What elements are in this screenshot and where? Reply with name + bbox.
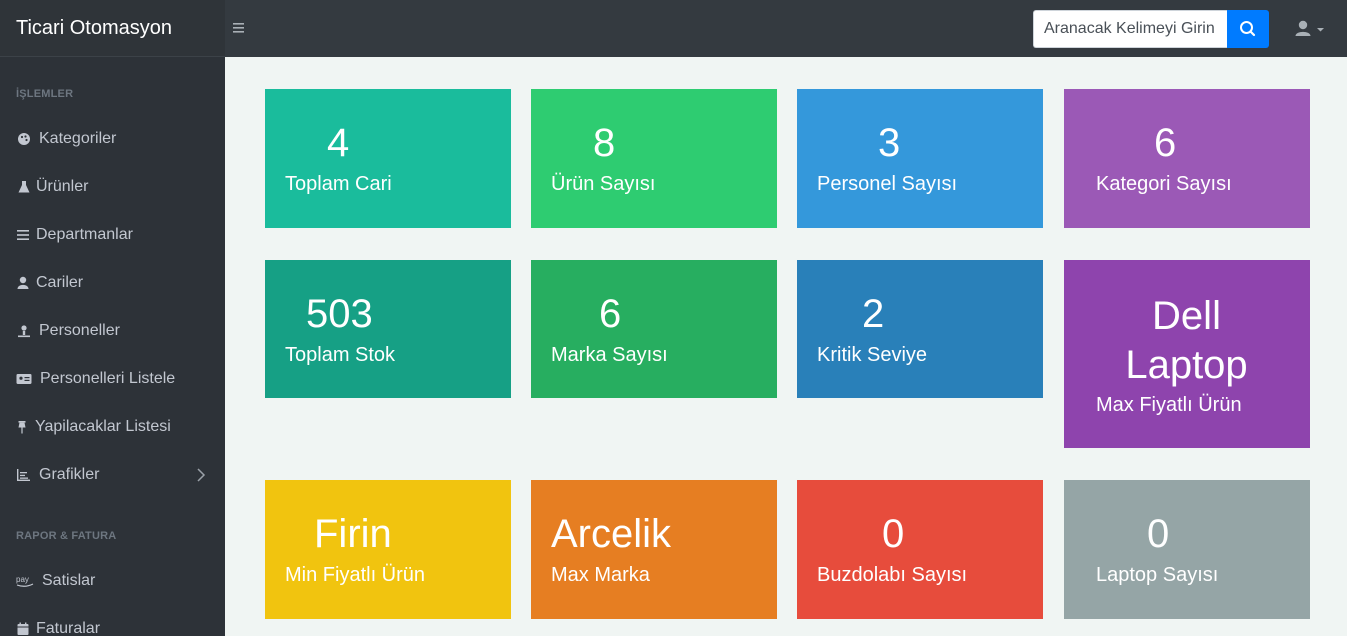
sidebar-item-label: Grafikler — [39, 466, 100, 483]
stat-card-buzdolabi-sayisi[interactable]: 0 Buzdolabı Sayısı — [797, 480, 1043, 619]
stat-value: 4 — [327, 121, 350, 165]
sidebar-item-personelleri-listele[interactable]: Personelleri Listele — [0, 359, 225, 399]
stat-card-toplam-cari[interactable]: 4 Toplam Cari — [265, 89, 511, 228]
sidebar-section-rapor-fatura: RAPOR & FATURA — [16, 530, 117, 542]
sidebar-item-personeller[interactable]: Personeller — [0, 311, 225, 351]
stat-label: Laptop Sayısı — [1096, 564, 1219, 586]
sidebar-item-kategoriler[interactable]: Kategoriler — [0, 119, 225, 159]
pay-icon: pay — [16, 575, 34, 587]
stat-value: 6 — [1154, 121, 1177, 165]
sidebar-item-label: Personeller — [39, 322, 120, 339]
stat-label: Max Fiyatlı Ürün — [1096, 394, 1242, 416]
stat-card-personel-sayisi[interactable]: 3 Personel Sayısı — [797, 89, 1043, 228]
sidebar-item-urunler[interactable]: Ürünler — [0, 167, 225, 207]
sidebar-item-faturalar[interactable]: Faturalar — [0, 609, 225, 636]
stat-card-kritik-seviye[interactable]: 2 Kritik Seviye — [797, 260, 1043, 398]
stat-label: Toplam Cari — [285, 173, 392, 195]
stat-label: Toplam Stok — [285, 344, 396, 366]
sidebar-item-cariler[interactable]: Cariler — [0, 263, 225, 303]
brand-title[interactable]: Ticari Otomasyon — [0, 0, 225, 57]
stat-card-max-fiyatli-urun[interactable]: Dell Laptop Max Fiyatlı Ürün — [1064, 260, 1310, 448]
stat-value: Arcelik — [551, 512, 672, 556]
caret-down-icon — [1317, 28, 1324, 32]
stat-card-laptop-sayisi[interactable]: 0 Laptop Sayısı — [1064, 480, 1310, 619]
stat-card-toplam-stok[interactable]: 503 Toplam Stok — [265, 260, 511, 398]
stat-label: Kritik Seviye — [817, 344, 928, 366]
sidebar-item-label: Kategoriler — [39, 130, 117, 147]
sidebar-item-label: Personelleri Listele — [40, 370, 176, 387]
sidebar-item-label: Faturalar — [36, 620, 101, 636]
stat-card-kategori-sayisi[interactable]: 6 Kategori Sayısı — [1064, 89, 1310, 228]
svg-text:pay: pay — [16, 575, 29, 584]
sidebar-item-label: Yapilacaklar Listesi — [35, 418, 171, 435]
stat-label: Personel Sayısı — [817, 173, 958, 195]
sidebar-item-grafikler[interactable]: Grafikler — [0, 455, 225, 495]
sidebar-item-label: Cariler — [36, 274, 84, 291]
id-card-icon — [16, 374, 32, 384]
navbar-search — [1033, 10, 1269, 48]
stat-value: 0 — [1147, 512, 1170, 556]
pushpin-icon — [18, 421, 26, 434]
chevron-right-icon — [197, 468, 206, 482]
palette-icon — [18, 133, 30, 145]
worker-icon — [18, 325, 30, 338]
top-navbar: Ticari Otomasyon — [0, 0, 1347, 57]
stat-label: Kategori Sayısı — [1096, 173, 1232, 195]
search-button[interactable] — [1227, 10, 1269, 48]
stat-label: Ürün Sayısı — [551, 173, 656, 195]
stat-value: 0 — [882, 512, 905, 556]
sidebar-item-label: Departmanlar — [36, 226, 133, 243]
stat-value: 503 — [306, 292, 373, 336]
stat-card-urun-sayisi[interactable]: 8 Ürün Sayısı — [531, 89, 777, 228]
stat-label: Marka Sayısı — [551, 344, 668, 366]
sidebar-section-islemler: İŞLEMLER — [16, 88, 74, 100]
stat-value: Dell Laptop — [1125, 294, 1248, 387]
stat-value: 3 — [878, 121, 901, 165]
user-icon — [1295, 20, 1311, 36]
calendar-icon — [17, 622, 29, 635]
stat-value: 8 — [593, 121, 616, 165]
sidebar-item-satislar[interactable]: pay Satislar — [0, 561, 225, 601]
sidebar-item-label: Satislar — [42, 572, 96, 589]
stat-value: 2 — [862, 292, 885, 336]
user-menu-dropdown[interactable] — [1290, 16, 1330, 42]
stat-label: Buzdolabı Sayısı — [817, 564, 968, 586]
search-icon — [1240, 21, 1256, 37]
sidebar-item-departmanlar[interactable]: Departmanlar — [0, 215, 225, 255]
stat-label: Min Fiyatlı Ürün — [285, 564, 426, 586]
stat-card-max-marka[interactable]: Arcelik Max Marka — [531, 480, 777, 619]
hamburger-icon[interactable] — [232, 17, 248, 39]
flask-icon — [18, 181, 30, 193]
user-icon — [17, 276, 29, 289]
search-input[interactable] — [1033, 10, 1227, 48]
list-icon — [17, 230, 29, 240]
stat-value: 6 — [599, 292, 622, 336]
stat-label: Max Marka — [551, 564, 650, 586]
sidebar: İŞLEMLER Kategoriler Ürünler Departmanla… — [0, 57, 225, 636]
stat-card-marka-sayisi[interactable]: 6 Marka Sayısı — [531, 260, 777, 398]
sidebar-item-yapilacaklar-listesi[interactable]: Yapilacaklar Listesi — [0, 407, 225, 447]
sidebar-item-label: Ürünler — [36, 178, 89, 195]
stat-card-min-fiyatli-urun[interactable]: Firin Min Fiyatlı Ürün — [265, 480, 511, 619]
chart-icon — [17, 469, 30, 481]
stat-value: Firin — [314, 512, 392, 556]
